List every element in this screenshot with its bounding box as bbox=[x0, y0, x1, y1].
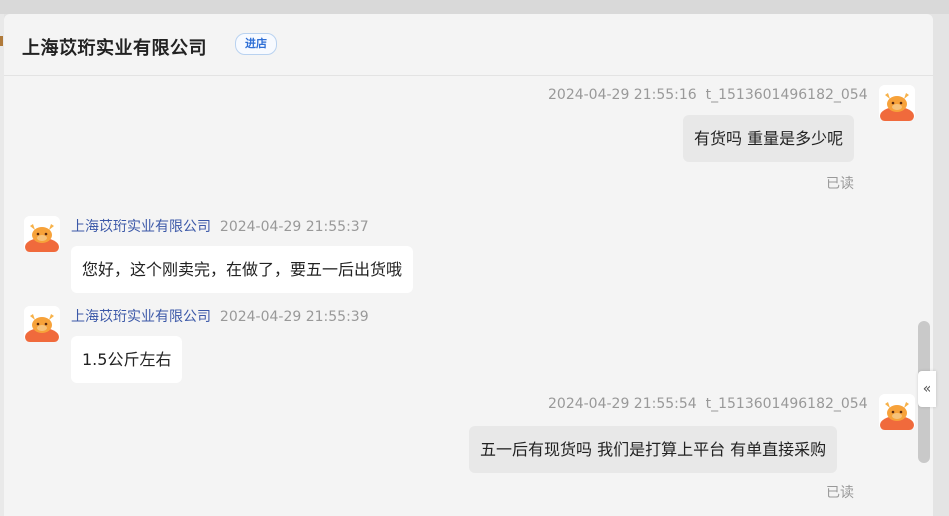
bull-avatar-icon[interactable] bbox=[24, 216, 60, 252]
message-bubble[interactable]: 您好，这个刚卖完，在做了，要五一后出货哦 bbox=[71, 246, 414, 293]
bull-avatar-icon[interactable] bbox=[879, 85, 915, 121]
message-bubble[interactable]: 有货吗 重量是多少呢 bbox=[683, 115, 855, 162]
message-bubble[interactable]: 五一后有现货吗 我们是打算上平台 有单直接采购 bbox=[469, 426, 838, 473]
chat-header: 上海苡珩实业有限公司 进店 bbox=[4, 14, 933, 76]
message-timestamp: 2024-04-29 21:55:54 bbox=[548, 396, 697, 412]
message-bubble[interactable]: 1.5公斤左右 bbox=[71, 336, 183, 383]
shop-name: 上海苡珩实业有限公司 bbox=[22, 38, 207, 59]
window-top-bar bbox=[0, 0, 949, 14]
enter-shop-button[interactable]: 进店 bbox=[235, 33, 277, 55]
message-meta: 上海苡珩实业有限公司 2024-04-29 21:55:37 bbox=[71, 216, 369, 236]
message-timestamp: 2024-04-29 21:55:16 bbox=[548, 87, 697, 103]
read-status: 已读 bbox=[826, 485, 854, 501]
sender-name[interactable]: 上海苡珩实业有限公司 bbox=[71, 219, 211, 235]
chat-panel: 上海苡珩实业有限公司 进店 2024-04-29 21:55:16 t_1513… bbox=[4, 14, 933, 516]
message-user-id: t_1513601496182_054 bbox=[705, 87, 868, 103]
message-meta: 2024-04-29 21:55:54 t_1513601496182_054 bbox=[548, 396, 868, 412]
message-user-id: t_1513601496182_054 bbox=[705, 396, 868, 412]
read-status: 已读 bbox=[826, 176, 854, 192]
message-timestamp: 2024-04-29 21:55:37 bbox=[219, 219, 369, 235]
bull-avatar-icon[interactable] bbox=[24, 306, 60, 342]
sender-name[interactable]: 上海苡珩实业有限公司 bbox=[71, 309, 211, 325]
bull-avatar-icon[interactable] bbox=[879, 394, 915, 430]
message-timestamp: 2024-04-29 21:55:39 bbox=[219, 309, 369, 325]
message-meta: 2024-04-29 21:55:16 t_1513601496182_054 bbox=[548, 87, 868, 103]
double-chevron-left-icon[interactable]: « bbox=[918, 371, 936, 407]
left-edge-marker bbox=[0, 36, 3, 46]
message-meta: 上海苡珩实业有限公司 2024-04-29 21:55:39 bbox=[71, 306, 369, 326]
